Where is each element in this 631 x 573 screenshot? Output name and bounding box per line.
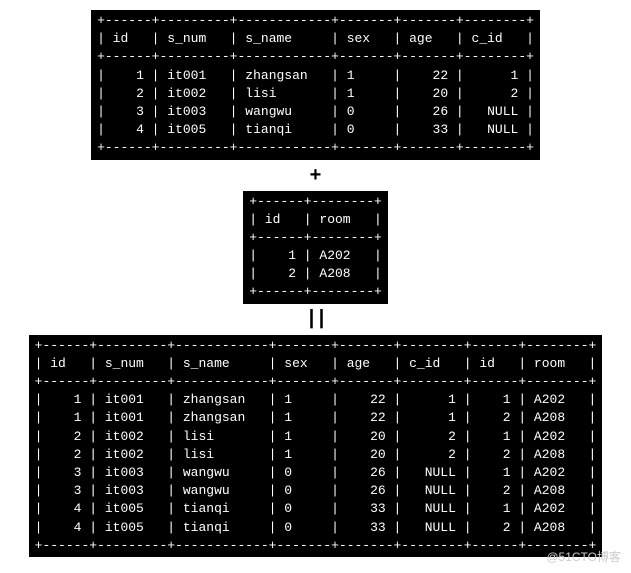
table-rooms: +------+--------+ | id | room | +------+… [243, 191, 388, 304]
table-cross-join: +------+---------+------------+-------+-… [29, 335, 603, 557]
plus-operator: + [310, 164, 322, 187]
equals-operator: || [305, 308, 325, 331]
table-students: +------+---------+------------+-------+-… [91, 10, 540, 160]
watermark: @51CTO博客 [546, 548, 621, 565]
